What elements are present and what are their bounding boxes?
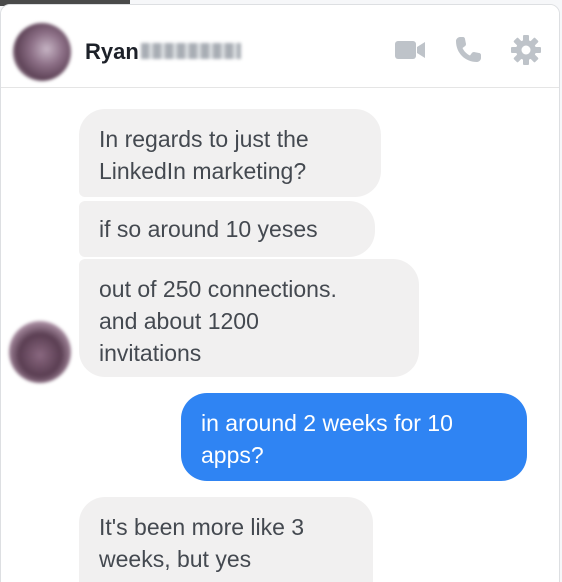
chat-header[interactable]: Ryan — [1, 5, 559, 88]
message-bubble-incoming[interactable]: In regards to just the LinkedIn marketin… — [79, 109, 381, 197]
redacted-surname — [141, 43, 241, 59]
phone-icon[interactable] — [451, 33, 485, 67]
message-bubble-incoming[interactable]: out of 250 connections. and about 1200 i… — [79, 259, 419, 377]
avatar[interactable] — [9, 321, 71, 383]
video-camera-icon[interactable] — [393, 33, 427, 67]
message-bubble-incoming[interactable]: It's been more like 3 weeks, but yes — [79, 497, 373, 582]
gear-icon[interactable] — [509, 33, 543, 67]
message-list[interactable]: In regards to just the LinkedIn marketin… — [1, 87, 559, 582]
contact-name[interactable]: Ryan — [85, 39, 139, 65]
page: Ryan In regards to just the LinkedIn mar… — [0, 0, 562, 582]
avatar[interactable] — [13, 23, 71, 81]
chat-window: Ryan In regards to just the LinkedIn mar… — [0, 4, 560, 582]
message-bubble-incoming[interactable]: if so around 10 yeses — [79, 201, 375, 257]
message-bubble-outgoing[interactable]: in around 2 weeks for 10 apps? — [181, 393, 527, 481]
